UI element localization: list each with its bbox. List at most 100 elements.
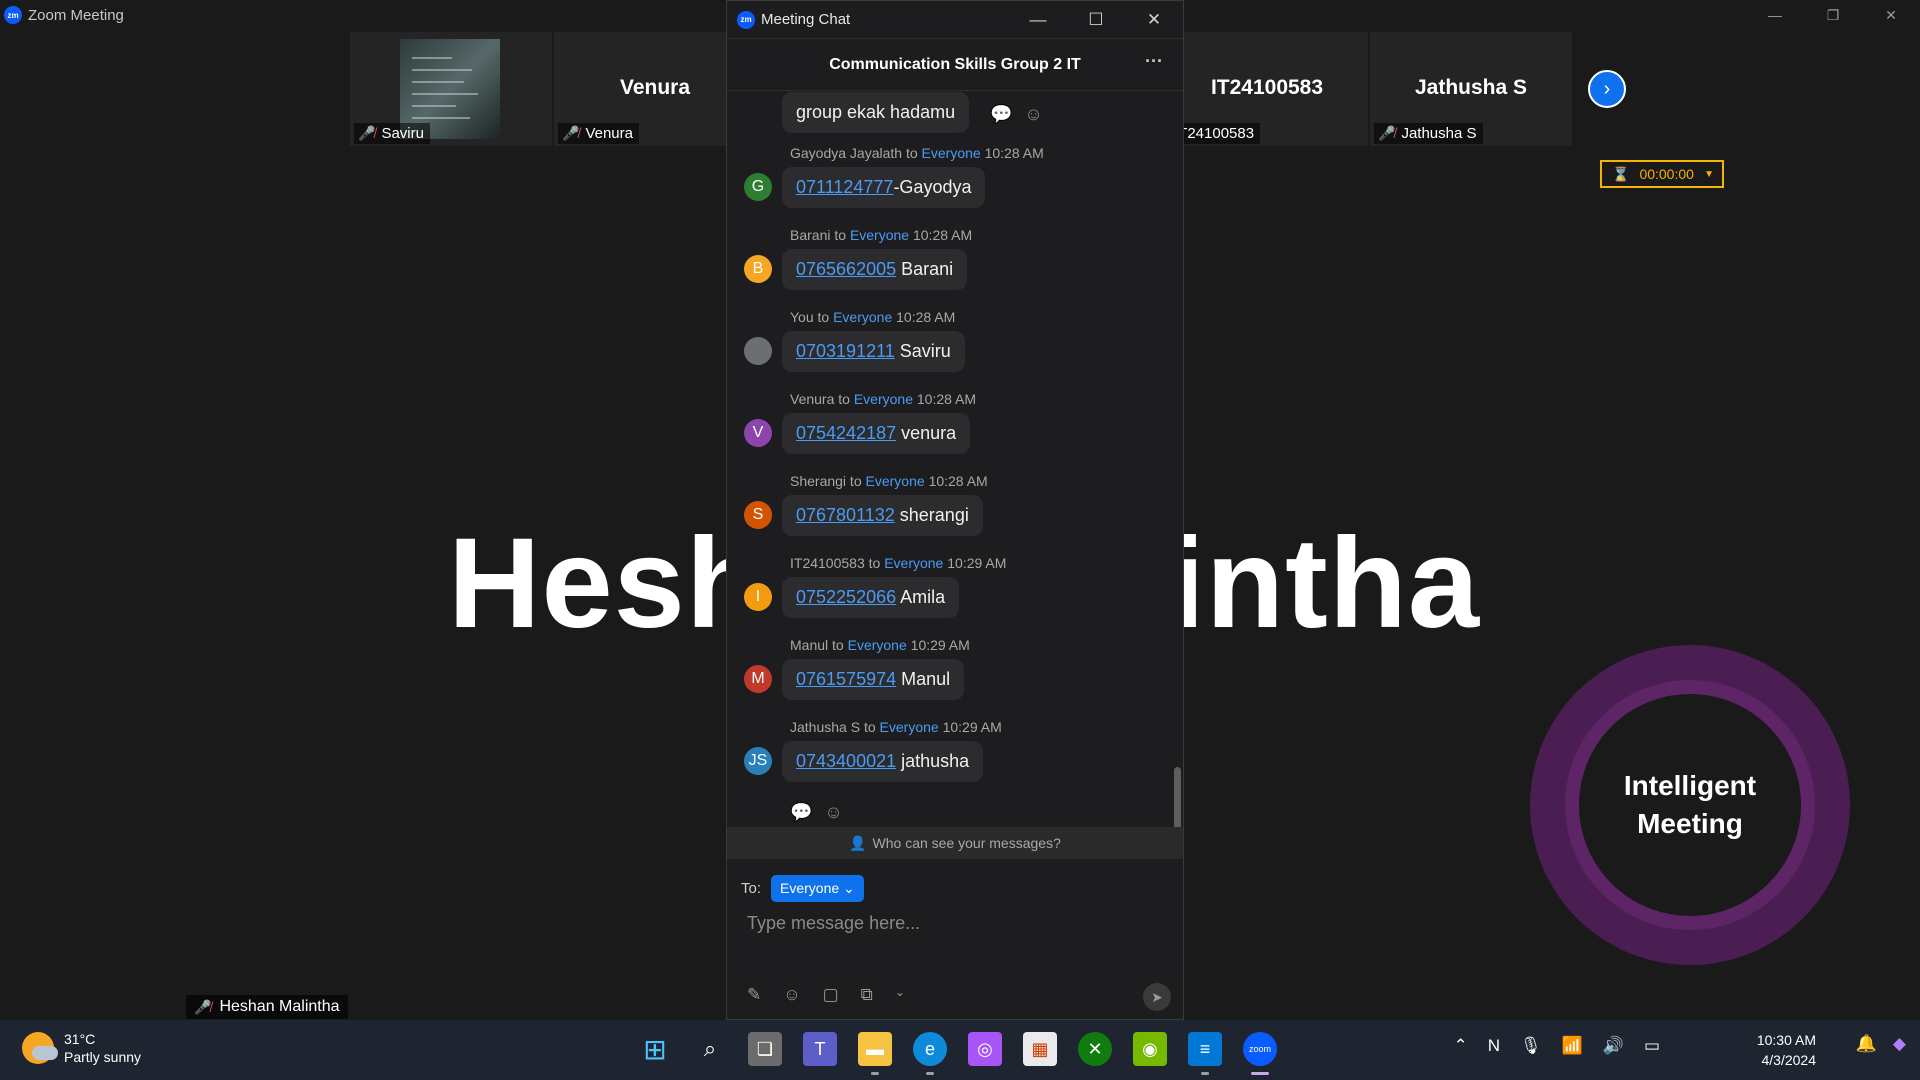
recipient-name[interactable]: Everyone (922, 145, 981, 161)
chevron-up-icon[interactable]: ⌃ (1453, 1036, 1467, 1056)
who-can-see-messages[interactable]: 👤 Who can see your messages? (727, 827, 1183, 859)
recipient-dropdown[interactable]: Everyone ⌄ (771, 875, 864, 902)
message-meta: Gayodya Jayalath to Everyone 10:28 AM (790, 145, 1044, 161)
weather-widget[interactable]: 31°C Partly sunny (22, 1030, 141, 1066)
sender-name: Barani (790, 227, 831, 243)
recipient-name[interactable]: Everyone (848, 637, 907, 653)
send-button[interactable]: ➤ (1143, 983, 1171, 1011)
avatar[interactable]: JS (744, 747, 772, 775)
emoji-icon[interactable]: ☺ (783, 985, 800, 1005)
xbox-icon[interactable]: ✕ (1078, 1032, 1112, 1066)
copilot-icon[interactable]: ◆ (1893, 1034, 1906, 1054)
more-options-icon[interactable]: ··· (1145, 51, 1163, 72)
weather-condition: Partly sunny (64, 1049, 142, 1065)
screenshot-icon[interactable]: ⧉ (861, 985, 873, 1005)
chat-message-list[interactable]: group ekak hadamu 💬 ☺ G Gayodya Jayalath … (727, 92, 1183, 827)
sender-name: IT24100583 (790, 555, 865, 571)
phone-link[interactable]: 0765662005 (796, 259, 896, 279)
chat-message: S Sherangi to Everyone 10:28 AM 0767801132… (727, 463, 1183, 545)
minimize-icon[interactable]: — (1009, 1, 1067, 39)
participant-tile[interactable]: Jathusha S 🎤̸ Jathusha S (1370, 32, 1572, 146)
close-icon[interactable]: ✕ (1862, 0, 1920, 30)
recipient-name[interactable]: Everyone (850, 227, 909, 243)
file-icon[interactable]: ▢ (823, 985, 839, 1005)
zoom-desktop: zm Zoom Meeting — ❐ ✕ 🎤̸ Saviru Venura 🎤̸… (0, 0, 1920, 1080)
chevron-down-icon[interactable]: ⌄ (895, 985, 905, 1005)
emoji-reaction-icon[interactable]: ☺ (824, 802, 842, 823)
restore-icon[interactable]: ❐ (1804, 0, 1862, 30)
message-bubble: group ekak hadamu (782, 92, 970, 133)
chat-message: JS Jathusha S to Everyone 10:29 AM 0743400… (727, 709, 1183, 791)
zoom-app-icon[interactable]: zoom (1243, 1032, 1277, 1075)
app-icon[interactable]: ◎ (968, 1032, 1002, 1066)
avatar[interactable]: B (744, 255, 772, 283)
task-view-icon[interactable]: ❏ (748, 1032, 782, 1066)
reply-icon[interactable]: 💬 (790, 802, 812, 823)
partly-sunny-icon (22, 1032, 58, 1064)
phone-link[interactable]: 0752252066 (796, 587, 896, 607)
phone-link[interactable]: 0703191211 (796, 341, 895, 361)
reply-icon[interactable]: 💬 (990, 104, 1012, 125)
sender-name: Sherangi (790, 473, 847, 489)
recipient-name[interactable]: Everyone (854, 391, 913, 407)
avatar[interactable]: M (744, 665, 772, 693)
meeting-timer[interactable]: ⌛ 00:00:00 ▼ (1600, 160, 1724, 188)
muted-mic-icon: 🎤̸ (1378, 125, 1396, 141)
search-icon[interactable]: ⌕ (693, 1032, 727, 1066)
next-page-button[interactable]: › (1588, 70, 1626, 108)
meeting-line: Meeting (1637, 808, 1743, 839)
message-meta: Jathusha S to Everyone 10:29 AM (790, 719, 1002, 735)
format-icon[interactable]: ✎ (747, 985, 761, 1005)
nvidia-icon[interactable]: ◉ (1133, 1032, 1167, 1066)
recipient-name[interactable]: Everyone (833, 309, 892, 325)
start-icon[interactable]: ⊞ (638, 1032, 672, 1066)
avatar[interactable]: I (744, 583, 772, 611)
store-icon[interactable]: ▦ (1023, 1032, 1057, 1066)
wifi-icon[interactable]: 📶 (1562, 1036, 1583, 1056)
phone-link[interactable]: 0767801132 (796, 505, 895, 525)
message-time: 10:28 AM (916, 391, 977, 407)
hourglass-icon: ⌛ (1612, 165, 1630, 182)
message-time: 10:28 AM (896, 309, 956, 325)
recipient-name[interactable]: Everyone (866, 473, 925, 489)
notepad-icon[interactable]: ≡ (1188, 1032, 1222, 1075)
volume-icon[interactable]: 🔊 (1603, 1036, 1624, 1056)
participant-tile[interactable]: 🎤̸ Saviru (350, 32, 552, 146)
message-text: Saviru (894, 341, 951, 361)
message-input[interactable]: Type message here... (747, 913, 920, 934)
chat-scrollbar[interactable] (1174, 767, 1181, 827)
phone-link[interactable]: 0711124777 (796, 177, 893, 197)
teams-icon[interactable]: T (803, 1032, 837, 1066)
sender-name: Venura (790, 391, 835, 407)
battery-icon[interactable]: ▭ (1644, 1036, 1660, 1056)
system-clock[interactable]: 10:30 AM 4/3/2024 (1757, 1030, 1816, 1070)
chat-message: You to Everyone 10:28 AM 0703191211 Savir… (727, 299, 1183, 381)
timer-value: 00:00:00 (1639, 166, 1694, 182)
minimize-icon[interactable]: — (1746, 0, 1804, 30)
message-text: Manul (896, 669, 951, 689)
avatar[interactable]: S (744, 501, 772, 529)
message-bubble: 0765662005 Barani (782, 249, 968, 290)
chat-message: M Manul to Everyone 10:29 AM 0761575974 Ma… (727, 627, 1183, 709)
person-lock-icon: 👤 (849, 834, 867, 851)
recipient-name[interactable]: Everyone (880, 719, 939, 735)
notification-bell-icon[interactable]: 🔔 (1856, 1034, 1877, 1054)
message-time: 10:29 AM (942, 719, 1002, 735)
emoji-reaction-icon[interactable]: ☺ (1024, 104, 1042, 125)
avatar[interactable]: V (744, 419, 772, 447)
file-explorer-icon[interactable]: ▬ (858, 1032, 892, 1075)
message-time: 10:29 AM (910, 637, 970, 653)
phone-link[interactable]: 0743400021 (796, 751, 896, 771)
participant-tile[interactable]: IT24100583 IT24100583 (1166, 32, 1368, 146)
avatar[interactable] (744, 337, 772, 365)
microphone-icon[interactable]: 🎙 (1520, 1036, 1542, 1056)
tray-right: 🔔 ◆ (1856, 1034, 1906, 1054)
maximize-icon[interactable]: ☐ (1067, 1, 1125, 39)
recipient-name[interactable]: Everyone (884, 555, 943, 571)
phone-link[interactable]: 0754242187 (796, 423, 896, 443)
close-icon[interactable]: ✕ (1125, 1, 1183, 39)
phone-link[interactable]: 0761575974 (796, 669, 896, 689)
edge-icon[interactable]: e (913, 1032, 947, 1075)
app-tray-icon[interactable]: N (1488, 1036, 1500, 1056)
avatar[interactable]: G (744, 173, 772, 201)
